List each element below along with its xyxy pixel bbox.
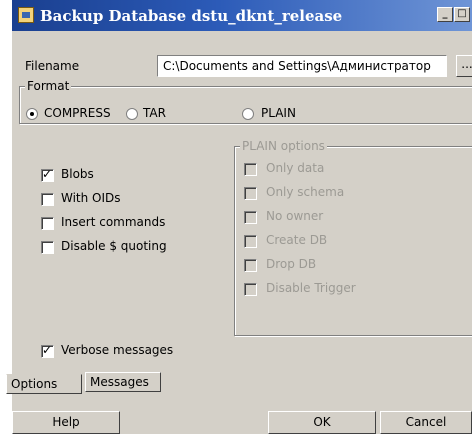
only-data-label[interactable]: Only data: [266, 161, 324, 175]
radio-plain-label[interactable]: PLAIN: [261, 106, 296, 120]
create-db-checkbox[interactable]: [244, 235, 257, 248]
only-data-checkbox[interactable]: [244, 163, 257, 176]
create-db-label[interactable]: Create DB: [266, 233, 327, 247]
radio-plain[interactable]: [242, 108, 254, 120]
radio-compress-label[interactable]: COMPRESS: [44, 106, 111, 120]
tab-messages[interactable]: Messages: [85, 372, 161, 392]
disable-quoting-checkbox[interactable]: [41, 241, 54, 254]
only-schema-checkbox[interactable]: [244, 187, 257, 200]
browse-button[interactable]: ...: [456, 55, 472, 77]
help-button[interactable]: Help: [12, 411, 120, 434]
only-schema-label[interactable]: Only schema: [266, 185, 344, 199]
minimize-button[interactable]: _: [437, 7, 453, 22]
with-oids-checkbox[interactable]: [41, 193, 54, 206]
tab-options[interactable]: Options: [6, 374, 82, 394]
verbose-label[interactable]: Verbose messages: [61, 343, 173, 357]
filename-label: Filename: [25, 59, 80, 73]
database-app-icon: [18, 7, 34, 23]
drop-db-label[interactable]: Drop DB: [266, 257, 316, 271]
insert-commands-label[interactable]: Insert commands: [61, 215, 165, 229]
radio-compress[interactable]: [26, 108, 38, 120]
blobs-checkbox[interactable]: [41, 167, 54, 182]
no-owner-label[interactable]: No owner: [266, 209, 323, 223]
maximize-button[interactable]: □: [454, 7, 470, 22]
disable-trigger-checkbox[interactable]: [244, 283, 257, 296]
ok-button[interactable]: OK: [268, 411, 376, 434]
radio-tar[interactable]: [126, 108, 138, 120]
blobs-label[interactable]: Blobs: [61, 167, 94, 181]
disable-trigger-label[interactable]: Disable Trigger: [266, 281, 356, 295]
drop-db-checkbox[interactable]: [244, 259, 257, 272]
title-bar[interactable]: Backup Database dstu_dknt_release _ □: [12, 0, 472, 31]
disable-quoting-label[interactable]: Disable $ quoting: [61, 239, 167, 253]
no-owner-checkbox[interactable]: [244, 211, 257, 224]
plain-options-legend: PLAIN options: [240, 139, 327, 153]
dialog-body: Filename C:\Documents and Settings\Админ…: [6, 31, 472, 434]
filename-field[interactable]: C:\Documents and Settings\Администратор: [157, 55, 447, 77]
window-title: Backup Database dstu_dknt_release: [40, 7, 343, 25]
format-legend: Format: [25, 79, 72, 93]
with-oids-label[interactable]: With OIDs: [61, 191, 121, 205]
insert-commands-checkbox[interactable]: [41, 217, 54, 230]
cancel-button[interactable]: Cancel: [380, 411, 472, 434]
verbose-checkbox[interactable]: [41, 343, 54, 358]
radio-tar-label[interactable]: TAR: [143, 106, 166, 120]
